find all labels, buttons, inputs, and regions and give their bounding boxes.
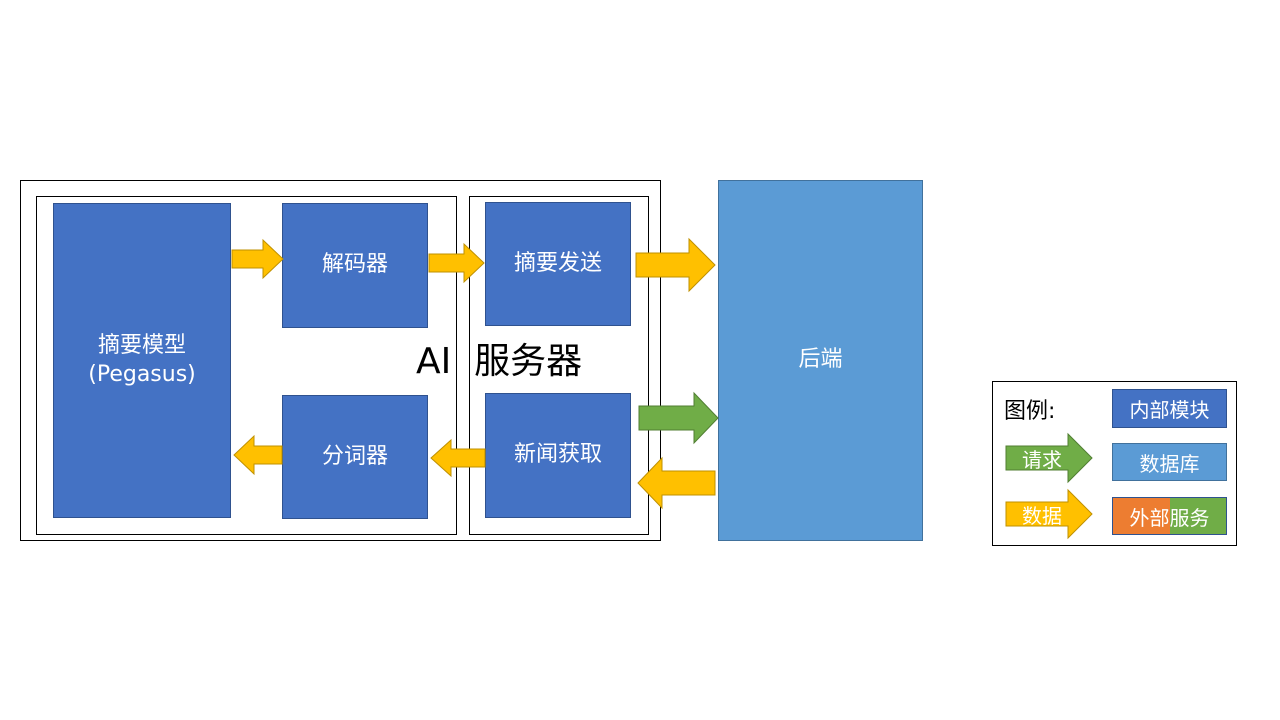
send-to-backend-arrow <box>635 237 716 293</box>
legend-external-service-label: 外部服务 <box>1129 505 1210 530</box>
summary-send-module: 摘要发送 <box>485 202 631 326</box>
legend-database: 数据库 <box>1112 443 1227 481</box>
decoder-to-send-arrow <box>428 242 485 284</box>
backend-label: 后端 <box>798 347 843 373</box>
tokenizer-label: 分词器 <box>321 443 388 469</box>
summary-model-module: 摘要模型 (Pegasus) <box>53 203 231 518</box>
legend-internal-module: 内部模块 <box>1112 389 1227 428</box>
summary-model-label: 摘要模型 <box>97 332 186 358</box>
decoder-label: 解码器 <box>321 252 388 278</box>
legend-data-label: 数据 <box>1022 503 1062 528</box>
ai-server-title: AI 服务器 <box>416 341 583 382</box>
legend-database-label: 数据库 <box>1139 451 1200 476</box>
summary-send-label: 摘要发送 <box>513 250 602 276</box>
tokenizer-to-model-arrow <box>233 434 283 476</box>
legend-external-service: 外部服务 <box>1112 497 1227 535</box>
legend-title: 图例: <box>1004 399 1056 424</box>
legend-request-label: 请求 <box>1022 447 1062 472</box>
news-fetch-module: 新闻获取 <box>485 393 631 518</box>
fetch-request-arrow <box>638 391 719 445</box>
backend-database: 后端 <box>718 180 923 541</box>
legend-internal-module-label: 内部模块 <box>1129 398 1210 422</box>
decoder-module: 解码器 <box>282 203 428 328</box>
summary-model-sublabel: (Pegasus) <box>88 361 196 387</box>
backend-to-fetch-arrow <box>637 456 716 510</box>
news-fetch-label: 新闻获取 <box>513 442 602 468</box>
tokenizer-module: 分词器 <box>282 395 428 519</box>
fetch-to-tokenizer-arrow <box>430 438 486 478</box>
model-to-decoder-arrow <box>231 238 284 280</box>
